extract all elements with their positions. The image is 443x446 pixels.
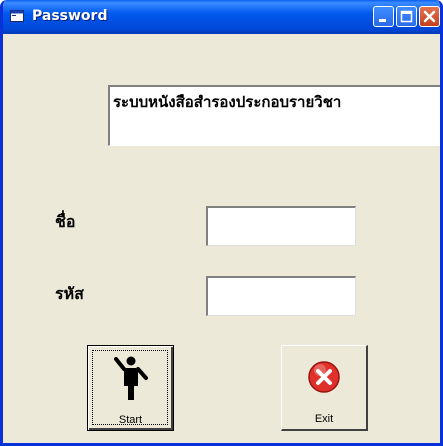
maximize-icon — [400, 10, 413, 23]
maximize-button[interactable] — [396, 6, 417, 27]
window-title: Password — [32, 8, 108, 24]
exit-button[interactable]: Exit — [281, 345, 368, 431]
start-button-label: Start — [118, 414, 143, 426]
password-label: รหัส — [55, 284, 84, 303]
close-icon — [423, 10, 436, 23]
banner-text: ระบบหนังสือสำรองประกอบรายวิชา — [113, 93, 342, 111]
red-x-icon — [308, 361, 340, 393]
name-input[interactable] — [206, 206, 356, 246]
banner-textbox: ระบบหนังสือสำรองประกอบรายวิชา — [108, 85, 440, 146]
title-bar[interactable]: Password — [3, 0, 440, 34]
exit-button-label: Exit — [314, 413, 334, 425]
vb-form-icon — [10, 10, 24, 22]
minimize-button[interactable] — [373, 6, 394, 27]
name-label: ชื่อ — [55, 212, 76, 231]
start-button[interactable]: Start — [87, 345, 174, 431]
minimize-icon — [379, 19, 386, 22]
password-input[interactable] — [206, 276, 356, 316]
close-button[interactable] — [419, 6, 440, 27]
password-window: Password ระบบหนังสือสำรองประกอบรายวิชา ช… — [0, 0, 443, 446]
